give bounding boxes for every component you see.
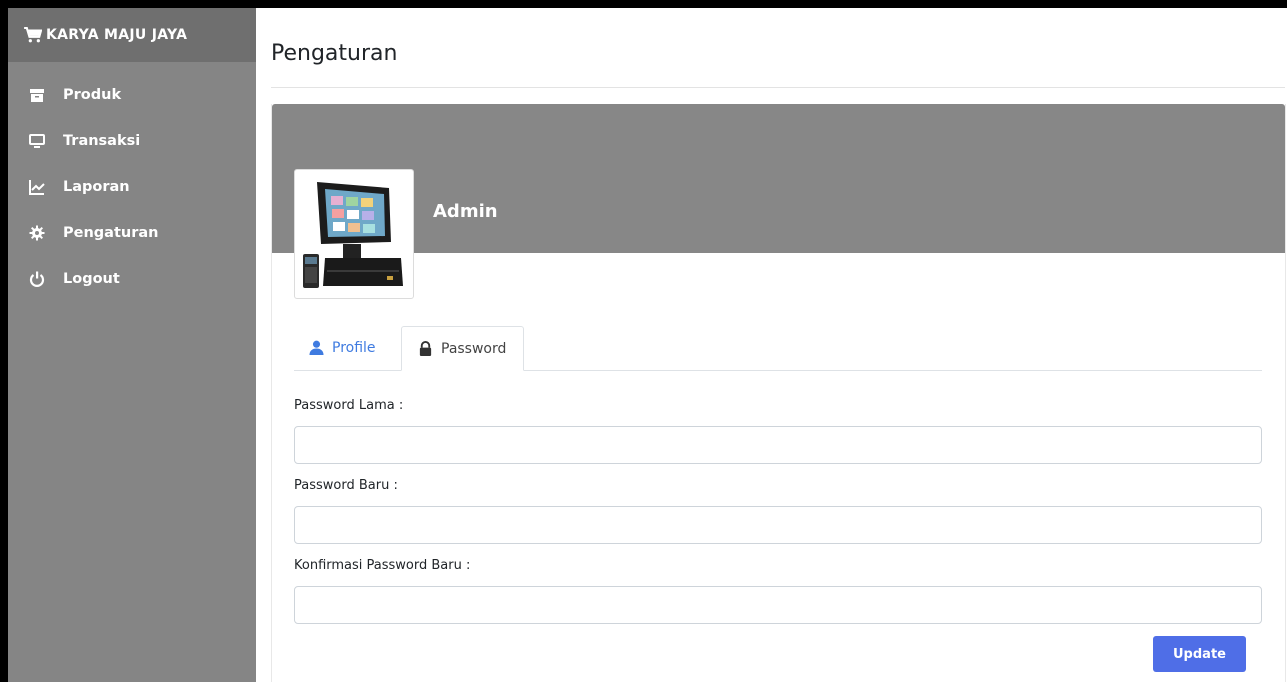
sidebar: KARYA MAJU JAYA Produk Transaksi Laporan: [8, 8, 256, 682]
old-password-label: Password Lama :: [294, 398, 404, 413]
app-window: KARYA MAJU JAYA Produk Transaksi Laporan: [8, 8, 1287, 682]
user-icon: [309, 340, 324, 355]
tab-password[interactable]: Password: [401, 326, 524, 371]
brand-name: KARYA MAJU JAYA: [46, 27, 188, 43]
power-icon: [28, 270, 46, 288]
shopping-cart-icon: [24, 27, 42, 43]
profile-name: Admin: [433, 201, 498, 222]
settings-tabs: Profile Password: [294, 326, 1262, 371]
page-title: Pengaturan: [271, 41, 398, 66]
tab-label: Profile: [332, 339, 376, 356]
confirm-password-label: Konfirmasi Password Baru :: [294, 558, 471, 573]
sidebar-item-label: Pengaturan: [63, 225, 159, 241]
brand[interactable]: KARYA MAJU JAYA: [8, 8, 256, 62]
sidebar-item-transaksi[interactable]: Transaksi: [8, 118, 256, 164]
lock-icon: [419, 341, 432, 356]
sidebar-item-label: Produk: [63, 87, 122, 103]
sidebar-item-label: Laporan: [63, 179, 130, 195]
new-password-input[interactable]: [294, 506, 1262, 544]
profile-card: Admin Profile Password Password Lama: P…: [271, 104, 1286, 682]
sidebar-item-label: Transaksi: [63, 133, 141, 149]
sidebar-item-logout[interactable]: Logout: [8, 256, 256, 302]
confirm-password-input[interactable]: [294, 586, 1262, 624]
desktop-monitor-icon: [28, 132, 46, 150]
line-chart-icon: [28, 178, 46, 196]
archive-box-icon: [28, 86, 46, 104]
tab-label: Password: [441, 340, 507, 357]
update-button[interactable]: Update: [1153, 636, 1246, 672]
sidebar-nav: Produk Transaksi Laporan Pengaturan Logo…: [8, 72, 256, 302]
sidebar-item-pengaturan[interactable]: Pengaturan: [8, 210, 256, 256]
avatar: [294, 169, 414, 299]
gear-icon: [28, 224, 46, 242]
title-divider: [271, 87, 1285, 88]
tab-profile[interactable]: Profile: [294, 326, 400, 369]
sidebar-item-produk[interactable]: Produk: [8, 72, 256, 118]
main-content: Pengaturan Admin Profile Password Passwo…: [256, 8, 1287, 682]
sidebar-item-label: Logout: [63, 271, 120, 287]
old-password-input[interactable]: [294, 426, 1262, 464]
profile-cover: [272, 104, 1285, 253]
new-password-label: Password Baru :: [294, 478, 398, 493]
sidebar-item-laporan[interactable]: Laporan: [8, 164, 256, 210]
pos-terminal-image: [299, 174, 409, 294]
